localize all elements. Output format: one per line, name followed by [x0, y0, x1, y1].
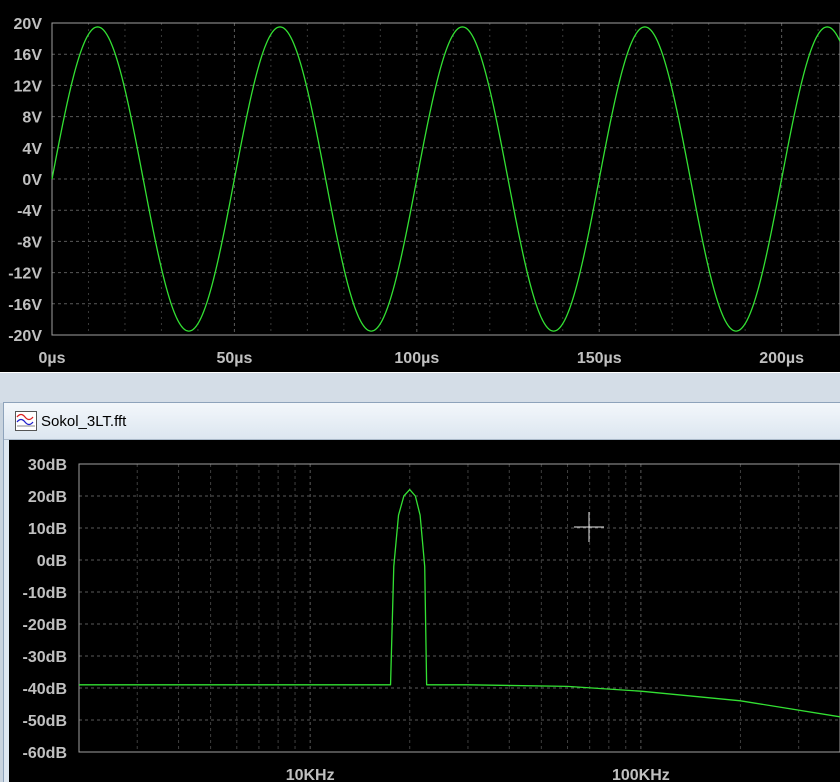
y-tick-label: 4V [22, 141, 42, 158]
fft-window-title: Sokol_3LT.fft [41, 413, 127, 430]
x-tick-label: 200µs [759, 350, 804, 367]
y-tick-label: -8V [17, 234, 42, 251]
fft-plot-pane[interactable]: 30dB 20dB 10dB 0dB -10dB -20dB -30dB -40dB -50dB… [9, 440, 840, 782]
y-tick-label: -20dB [23, 617, 67, 634]
plot-frame [51, 22, 840, 336]
voltage-trace [51, 26, 840, 332]
y-tick-label: -4V [17, 203, 42, 220]
waveform-icon [15, 411, 37, 431]
y-tick-label: -40dB [23, 681, 67, 698]
y-tick-label: -60dB [23, 745, 67, 762]
y-tick-label: 20dB [28, 489, 67, 506]
y-tick-label: 30dB [28, 457, 67, 474]
fft-window-titlebar[interactable]: Sokol_3LT.fft [4, 403, 840, 440]
y-tick-label: -20V [8, 328, 42, 345]
y-tick-label: -16V [8, 297, 42, 314]
y-tick-label: 0V [22, 172, 42, 189]
x-tick-label: 50µs [216, 350, 252, 367]
y-tick-label: -50dB [23, 713, 67, 730]
x-tick-label: 10KHz [286, 767, 335, 782]
y-tick-label: 10dB [28, 521, 67, 538]
spectrum-trace [79, 488, 840, 718]
transient-plot-pane[interactable]: 20V 16V 12V 8V 4V 0V -4V -8V -12V -16V -20V 0µs 50µs… [0, 0, 840, 372]
pane-separator[interactable] [0, 372, 840, 403]
y-tick-label: 20V [14, 16, 43, 33]
x-tick-label: 150µs [577, 350, 622, 367]
y-tick-label: 8V [22, 110, 42, 127]
y-tick-label: 0dB [37, 553, 67, 570]
y-tick-label: -12V [8, 266, 42, 283]
transient-plot[interactable]: 20V 16V 12V 8V 4V 0V -4V -8V -12V -16V -20V 0µs 50µs… [0, 0, 840, 372]
y-tick-label: -30dB [23, 649, 67, 666]
y-tick-label: 16V [14, 47, 43, 64]
x-tick-label: 0µs [38, 350, 65, 367]
fft-plot[interactable]: 30dB 20dB 10dB 0dB -10dB -20dB -30dB -40dB -50dB… [9, 440, 840, 782]
plot-frame [78, 463, 840, 753]
y-tick-label: -10dB [23, 585, 67, 602]
x-tick-label: 100µs [394, 350, 439, 367]
y-tick-label: 12V [14, 78, 43, 95]
x-tick-label: 100KHz [612, 767, 670, 782]
